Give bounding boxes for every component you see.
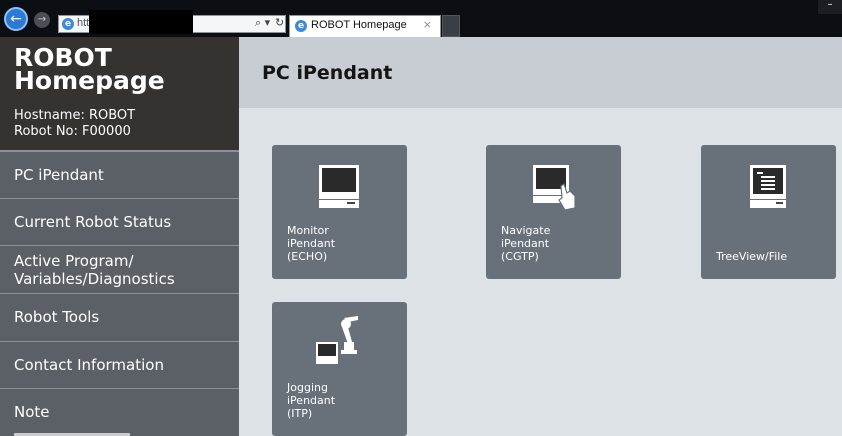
forward-arrow-icon[interactable]: → [34,12,50,28]
tile-navigate-ipendant[interactable]: Navigate iPendant (CGTP) [486,145,621,279]
tile-jogging-ipendant[interactable]: Jogging iPendant (ITP) [272,302,407,436]
tile-treeview-file[interactable]: TreeView/File [701,145,836,279]
sidebar-item-label: PC iPendant [14,165,104,184]
robot-arm-icon [316,316,358,364]
page-title: PC iPendant [262,62,393,84]
sidebar-item-current-robot-status[interactable]: Current Robot Status [0,197,239,246]
tile-label: Navigate iPendant (CGTP) [501,224,551,263]
monitor-icon [319,165,359,208]
tree-file-icon [750,165,786,208]
tile-label: Jogging iPendant (ITP) [287,381,336,420]
sidebar-item-label: Robot Tools [14,308,100,327]
site-title: ROBOT Homepage [14,43,165,95]
sidebar-item-label: Note [14,403,50,422]
minimize-icon[interactable]: – [818,0,842,14]
touch-monitor-icon [533,165,576,211]
new-tab-button[interactable] [442,15,460,37]
sidebar-item-label: Active Program/ Variables/Diagnostics [14,251,175,288]
main-header: PC iPendant [239,37,842,108]
back-arrow-icon[interactable]: ← [4,7,28,31]
search-icon[interactable]: ⌕ ▾ [255,16,270,30]
robot-number-text: Robot No: F00000 [14,124,131,139]
redacted-block [89,10,193,34]
tab-title: ROBOT Homepage [311,19,407,31]
sidebar-item-pc-ipendant[interactable]: PC iPendant [0,150,239,198]
address-bar[interactable]: e http ⌕ ▾ ↻ [58,10,286,34]
refresh-icon[interactable]: ↻ [275,16,284,29]
sidebar: ROBOT Homepage Hostname: ROBOT Robot No:… [0,37,239,436]
tile-label: Monitor iPendant (ECHO) [287,224,336,263]
sidebar-item-label: Current Robot Status [14,212,172,231]
main-content: PC iPendant Monitor iPendant (ECHO) Navi… [239,37,842,436]
ie-logo-icon: e [62,18,74,30]
sidebar-item-active-program[interactable]: Active Program/ Variables/Diagnostics [0,245,239,293]
ie-logo-icon: e [295,20,307,32]
tile-label: TreeView/File [716,250,788,263]
tile-monitor-ipendant[interactable]: Monitor iPendant (ECHO) [272,145,407,279]
browser-tab[interactable]: e ROBOT Homepage × [289,15,441,37]
sidebar-item-robot-tools[interactable]: Robot Tools [0,293,239,341]
sidebar-menu: PC iPendant Current Robot Status Active … [0,150,239,436]
sidebar-item-contact-information[interactable]: Contact Information [0,340,239,389]
hostname-text: Hostname: ROBOT [14,108,136,123]
close-icon[interactable]: × [423,18,432,31]
sidebar-item-note[interactable]: Note [0,388,239,436]
browser-chrome: ← → e http ⌕ ▾ ↻ e ROBOT Homepage × – [0,0,842,37]
sidebar-item-label: Contact Information [14,355,164,374]
brand-panel: ROBOT Homepage Hostname: ROBOT Robot No:… [0,37,239,150]
